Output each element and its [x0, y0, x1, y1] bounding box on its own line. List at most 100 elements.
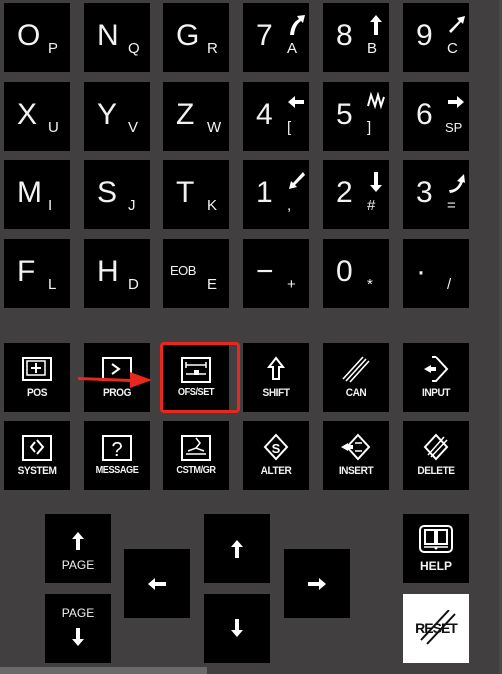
key-3-3[interactable]: − +	[243, 239, 309, 308]
key-2-5[interactable]: 3 =	[403, 160, 469, 229]
function-key-label: CAN	[345, 387, 367, 399]
key-1-5[interactable]: 6 SP	[403, 82, 469, 151]
key-main-label: T	[176, 176, 195, 209]
key-2-1[interactable]: SJ	[84, 160, 150, 229]
insert-button[interactable]: INSERT	[323, 421, 389, 490]
key-sub-label: I	[48, 197, 53, 214]
key-0-2[interactable]: GR	[163, 3, 229, 72]
key-main-label: Z	[176, 98, 195, 131]
key-main-label: 4	[256, 98, 273, 131]
key-sub-label: A	[287, 40, 298, 57]
key-main-label: N	[97, 19, 119, 52]
custom-graph-icon	[181, 435, 211, 461]
key-3-5[interactable]: · /	[403, 239, 469, 308]
reset-slash-icon	[420, 610, 456, 645]
can-button[interactable]: CAN	[323, 343, 389, 412]
key-0-4[interactable]: 8B	[323, 3, 389, 72]
right-arrow-icon	[308, 578, 326, 590]
reset-button[interactable]: RESET	[403, 594, 469, 663]
cursor-right-button[interactable]	[284, 549, 350, 618]
key-1-1[interactable]: YV	[84, 82, 150, 151]
key-sub-label: P	[48, 40, 59, 57]
key-3-0[interactable]: FL	[4, 239, 70, 308]
message-button[interactable]: ? MESSAGE	[84, 421, 150, 490]
up-arrow-icon	[72, 532, 84, 550]
help-book-icon	[419, 525, 453, 553]
key-1-2[interactable]: ZW	[163, 82, 229, 151]
key-2-0[interactable]: MI	[4, 160, 70, 229]
key-3-2[interactable]: EOB E	[163, 239, 229, 308]
key-2-2[interactable]: TK	[163, 160, 229, 229]
page-down-label: PAGE	[61, 606, 95, 620]
shift-arrow-icon	[266, 356, 286, 380]
page-up-label: PAGE	[61, 558, 95, 572]
key-main-label: 6	[416, 98, 433, 131]
key-2-4[interactable]: 2 #	[323, 160, 389, 229]
key-0-0[interactable]: OP	[4, 3, 70, 72]
key-main-label: Y	[97, 98, 118, 131]
cursor-up-button[interactable]	[204, 514, 270, 583]
alter-button[interactable]: S ALTER	[243, 421, 309, 490]
key-sub-label: W	[207, 119, 222, 136]
key-1-0[interactable]: XU	[4, 82, 70, 151]
input-button[interactable]: INPUT	[403, 343, 469, 412]
key-3-1[interactable]: HD	[84, 239, 150, 308]
key-main-label: 9	[416, 19, 433, 52]
svg-text:S: S	[272, 441, 281, 456]
key-sub-label: [	[287, 119, 292, 136]
key-0-3[interactable]: 7A	[243, 3, 309, 72]
highlight-box	[160, 342, 240, 413]
key-main-label: 5	[336, 98, 353, 131]
insert-icon	[341, 433, 371, 461]
annotation-arrow-icon	[78, 372, 152, 388]
page-up-button[interactable]: PAGE	[45, 514, 111, 583]
key-sub-label: L	[48, 276, 57, 293]
key-sub-label: R	[207, 40, 218, 57]
help-button[interactable]: HELP	[403, 514, 469, 583]
key-main-label: H	[97, 255, 119, 288]
key-3-4[interactable]: 0 *	[323, 239, 389, 308]
system-icon	[22, 435, 52, 461]
key-sub-label: SP	[445, 120, 463, 135]
key-main-label: 3	[416, 176, 433, 209]
function-key-label: DELETE	[417, 465, 455, 477]
right-arrow-icon	[448, 96, 464, 108]
delete-icon	[423, 433, 449, 461]
key-main-label: 1	[256, 176, 273, 209]
key-sub-label: J	[128, 197, 136, 214]
function-key-label: SYSTEM	[17, 465, 57, 477]
cursor-left-button[interactable]	[124, 549, 190, 618]
delete-button[interactable]: DELETE	[403, 421, 469, 490]
system-button[interactable]: SYSTEM	[4, 421, 70, 490]
key-main-label: 7	[256, 19, 273, 52]
pos-button[interactable]: POS	[4, 343, 70, 412]
key-0-1[interactable]: NQ	[84, 3, 150, 72]
key-main-label: M	[17, 176, 42, 209]
curve-down-right-arrow-icon	[449, 174, 465, 193]
page-down-button[interactable]: PAGE	[45, 594, 111, 663]
key-2-3[interactable]: 1,	[243, 160, 309, 229]
key-1-3[interactable]: 4[	[243, 82, 309, 151]
function-key-label: MESSAGE	[95, 465, 139, 476]
horizontal-scrollbar[interactable]	[0, 667, 207, 674]
key-sub-label: D	[128, 276, 139, 293]
function-key-label: ALTER	[260, 465, 292, 477]
key-sub-label: E	[207, 276, 218, 293]
key-sub-label: +	[287, 276, 296, 293]
shift-button[interactable]: SHIFT	[243, 343, 309, 412]
cursor-down-button[interactable]	[204, 594, 270, 663]
down-arrow-icon	[231, 619, 243, 637]
alter-icon: S	[263, 433, 289, 461]
svg-text:?: ?	[111, 439, 122, 461]
key-sub-label: U	[48, 119, 59, 136]
key-1-4[interactable]: 5]	[323, 82, 389, 151]
cstm-gr-button[interactable]: CSTM/GR	[163, 421, 229, 490]
key-sub-label: =	[447, 197, 456, 214]
diagonal-down-left-arrow-icon	[289, 172, 305, 189]
key-0-5[interactable]: 9C	[403, 3, 469, 72]
key-sub-label: ,	[287, 197, 292, 214]
down-arrow-icon	[72, 628, 84, 646]
key-main-label: G	[176, 19, 200, 52]
curve-up-left-arrow-icon	[290, 15, 305, 35]
key-sub-label: C	[447, 40, 458, 57]
